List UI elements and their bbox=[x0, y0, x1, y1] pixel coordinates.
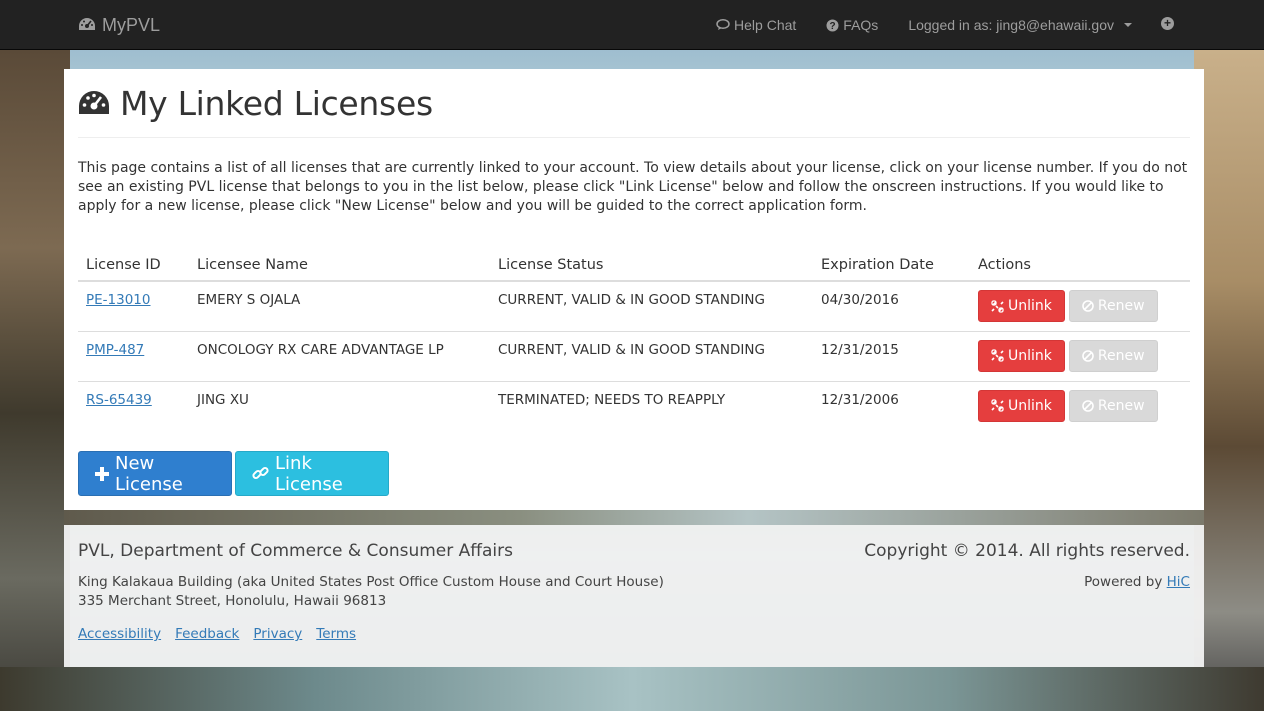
help-chat-link[interactable]: Help Chat bbox=[716, 17, 796, 33]
footer-address-line1: King Kalakaua Building (aka United State… bbox=[78, 574, 664, 590]
chain-broken-icon bbox=[991, 299, 1004, 313]
footer-copyright: Copyright © 2014. All rights reserved. bbox=[864, 541, 1190, 561]
unlink-label: Unlink bbox=[1008, 347, 1052, 364]
link-license-button[interactable]: Link License bbox=[235, 451, 389, 496]
background-left-pillar bbox=[0, 50, 70, 711]
license-status: CURRENT, VALID & IN GOOD STANDING bbox=[490, 281, 813, 332]
caret-down-icon bbox=[1124, 23, 1132, 27]
brand-label: MyPVL bbox=[102, 14, 161, 35]
unlink-label: Unlink bbox=[1008, 397, 1052, 414]
header-actions: Actions bbox=[970, 249, 1190, 282]
table-row: PMP-487 ONCOLOGY RX CARE ADVANTAGE LP CU… bbox=[78, 331, 1190, 382]
unlink-button[interactable]: Unlink bbox=[978, 389, 1065, 422]
license-id-link[interactable]: PMP-487 bbox=[86, 342, 144, 358]
faqs-link[interactable]: ? FAQs bbox=[826, 17, 878, 33]
feedback-link[interactable]: Feedback bbox=[175, 626, 239, 642]
table-row: PE-13010 EMERY S OJALA CURRENT, VALID & … bbox=[78, 281, 1190, 332]
renew-label: Renew bbox=[1097, 347, 1145, 364]
background-water bbox=[0, 667, 1264, 711]
renew-button[interactable]: Renew bbox=[1068, 389, 1158, 422]
license-status: CURRENT, VALID & IN GOOD STANDING bbox=[490, 331, 813, 382]
expiration-date: 04/30/2016 bbox=[813, 281, 970, 332]
page-title-text: My Linked Licenses bbox=[120, 83, 433, 123]
chain-broken-icon bbox=[991, 399, 1004, 412]
header-license-status[interactable]: License Status bbox=[490, 249, 813, 282]
footer-powered-by: Powered by HiC bbox=[1084, 574, 1190, 590]
page-title: My Linked Licenses bbox=[78, 83, 433, 123]
link-icon bbox=[252, 465, 269, 482]
header-license-id[interactable]: License ID bbox=[78, 249, 189, 282]
renew-label: Renew bbox=[1097, 397, 1145, 414]
main-panel: My Linked Licenses This page contains a … bbox=[64, 69, 1204, 510]
background-strip bbox=[64, 510, 1204, 525]
footer-address-line2: 335 Merchant Street, Honolulu, Hawaii 96… bbox=[78, 593, 387, 609]
nav-menu: Help Chat ? FAQs Logged in as: jing8@eha… bbox=[716, 13, 1176, 37]
background-right-pillar bbox=[1194, 50, 1264, 711]
license-id-link[interactable]: RS-65439 bbox=[86, 392, 152, 408]
top-navbar: MyPVL Help Chat ? FAQs Logged in as: jin… bbox=[0, 0, 1264, 50]
table-row: RS-65439 JING XU TERMINATED; NEEDS TO RE… bbox=[78, 381, 1190, 431]
footer: PVL, Department of Commerce & Consumer A… bbox=[64, 525, 1204, 667]
actions-cell: Unlink Renew bbox=[970, 281, 1190, 332]
table-header-row: License ID Licensee Name License Status … bbox=[78, 249, 1190, 282]
chain-broken-icon bbox=[991, 349, 1004, 362]
powered-by-label: Powered by bbox=[1084, 574, 1163, 590]
ban-icon bbox=[1082, 300, 1094, 312]
logged-in-label: Logged in as: jing8@ehawaii.gov bbox=[908, 17, 1114, 33]
expiration-date: 12/31/2015 bbox=[813, 331, 970, 382]
footer-org-name: PVL, Department of Commerce & Consumer A… bbox=[78, 541, 513, 561]
header-licensee-name[interactable]: Licensee Name bbox=[189, 249, 490, 282]
dashboard-icon bbox=[78, 17, 96, 33]
hic-link[interactable]: HiC bbox=[1167, 574, 1190, 590]
unlink-button[interactable]: Unlink bbox=[978, 339, 1065, 372]
new-license-label: New License bbox=[115, 452, 183, 495]
dashboard-icon bbox=[78, 90, 110, 116]
faqs-label: FAQs bbox=[843, 17, 879, 33]
expiration-date: 12/31/2006 bbox=[821, 391, 899, 408]
ban-icon bbox=[1082, 399, 1094, 412]
ban-icon bbox=[1082, 349, 1094, 362]
intro-paragraph: This page contains a list of all license… bbox=[78, 160, 1188, 214]
licensee-name: ONCOLOGY RX CARE ADVANTAGE LP bbox=[189, 331, 490, 382]
licensee-name: EMERY S OJALA bbox=[189, 281, 490, 332]
brand-link[interactable]: MyPVL bbox=[78, 13, 160, 37]
plus-circle-icon[interactable]: + bbox=[1161, 17, 1174, 30]
footer-links: Accessibility Feedback Privacy Terms bbox=[78, 626, 356, 642]
renew-button[interactable]: Renew bbox=[1068, 339, 1158, 372]
accessibility-link[interactable]: Accessibility bbox=[78, 626, 161, 642]
license-status: TERMINATED; NEEDS TO REAPPLY bbox=[498, 391, 726, 408]
user-menu-dropdown[interactable]: Logged in as: jing8@ehawaii.gov bbox=[908, 17, 1132, 33]
comment-icon bbox=[716, 19, 730, 31]
svg-text:?: ? bbox=[830, 21, 836, 32]
actions-cell: Unlink Renew bbox=[970, 381, 1190, 431]
link-license-label: Link License bbox=[275, 452, 343, 495]
plus-icon bbox=[95, 466, 109, 481]
licensee-name: JING XU bbox=[197, 391, 249, 408]
renew-button[interactable]: Renew bbox=[1068, 290, 1158, 322]
renew-label: Renew bbox=[1097, 298, 1145, 314]
question-circle-icon: ? bbox=[826, 19, 839, 32]
actions-cell: Unlink Renew bbox=[970, 331, 1190, 382]
privacy-link[interactable]: Privacy bbox=[253, 626, 302, 642]
unlink-button[interactable]: Unlink bbox=[978, 290, 1065, 322]
help-chat-label: Help Chat bbox=[734, 17, 797, 33]
licenses-table: License ID Licensee Name License Status … bbox=[78, 249, 1190, 431]
title-divider bbox=[78, 137, 1190, 138]
license-id-link[interactable]: PE-13010 bbox=[86, 292, 151, 308]
new-license-button[interactable]: New License bbox=[78, 451, 232, 496]
header-expiration-date[interactable]: Expiration Date bbox=[813, 249, 970, 282]
unlink-label: Unlink bbox=[1008, 298, 1052, 314]
terms-link[interactable]: Terms bbox=[316, 626, 356, 642]
